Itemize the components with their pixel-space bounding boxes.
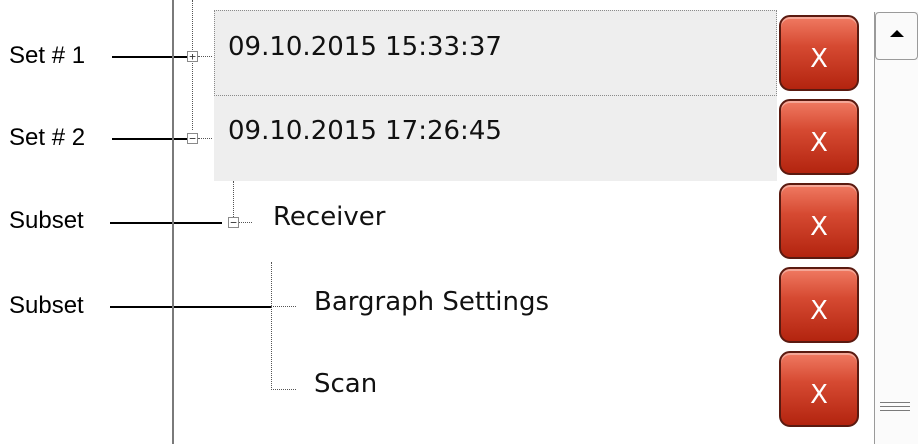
scan-node-label[interactable]: Scan	[314, 371, 377, 397]
delete-receiver-button[interactable]: X	[779, 183, 859, 259]
scrollbar-thumb[interactable]	[875, 60, 918, 444]
callout-line-set-1	[112, 56, 187, 58]
callout-line-set-2	[112, 138, 187, 140]
callout-set-2: Set # 2	[9, 124, 86, 151]
close-icon: X	[810, 380, 828, 410]
bargraph-connector	[271, 306, 296, 307]
set-2-connector	[198, 138, 212, 139]
callout-subset-receiver: Subset	[9, 207, 84, 234]
close-icon: X	[810, 128, 828, 158]
set-1-expand-icon[interactable]: +	[187, 51, 198, 62]
bargraph-settings-node-label[interactable]: Bargraph Settings	[314, 289, 549, 315]
scan-connector	[271, 389, 296, 390]
close-icon: X	[810, 296, 828, 326]
receiver-connector	[239, 222, 252, 223]
close-icon: X	[810, 212, 828, 242]
scroll-up-button[interactable]	[875, 12, 918, 60]
callout-subset-children: Subset	[9, 292, 84, 319]
delete-bargraph-settings-button[interactable]: X	[779, 267, 859, 343]
arrow-up-icon	[890, 30, 904, 37]
receiver-children-connector	[271, 262, 272, 390]
close-icon: X	[810, 44, 828, 74]
set-1-connector	[198, 56, 212, 57]
set-2-collapse-icon[interactable]: −	[187, 133, 198, 144]
set-1-timestamp[interactable]: 09.10.2015 15:33:37	[228, 34, 502, 60]
receiver-node-label[interactable]: Receiver	[273, 204, 385, 230]
delete-set-1-button[interactable]: X	[779, 15, 859, 91]
set-2-children-connector	[233, 181, 234, 217]
set-2-timestamp[interactable]: 09.10.2015 17:26:45	[228, 118, 502, 144]
callout-line-subset-children	[110, 306, 272, 308]
scrollbar-grip-icon[interactable]	[880, 402, 910, 414]
tree-root-connector	[192, 0, 193, 130]
tree-panel-border	[172, 0, 174, 444]
delete-set-2-button[interactable]: X	[779, 99, 859, 175]
callout-set-1: Set # 1	[9, 42, 86, 69]
delete-scan-button[interactable]: X	[779, 351, 859, 427]
receiver-collapse-icon[interactable]: −	[228, 217, 239, 228]
callout-line-subset-receiver	[110, 222, 222, 224]
